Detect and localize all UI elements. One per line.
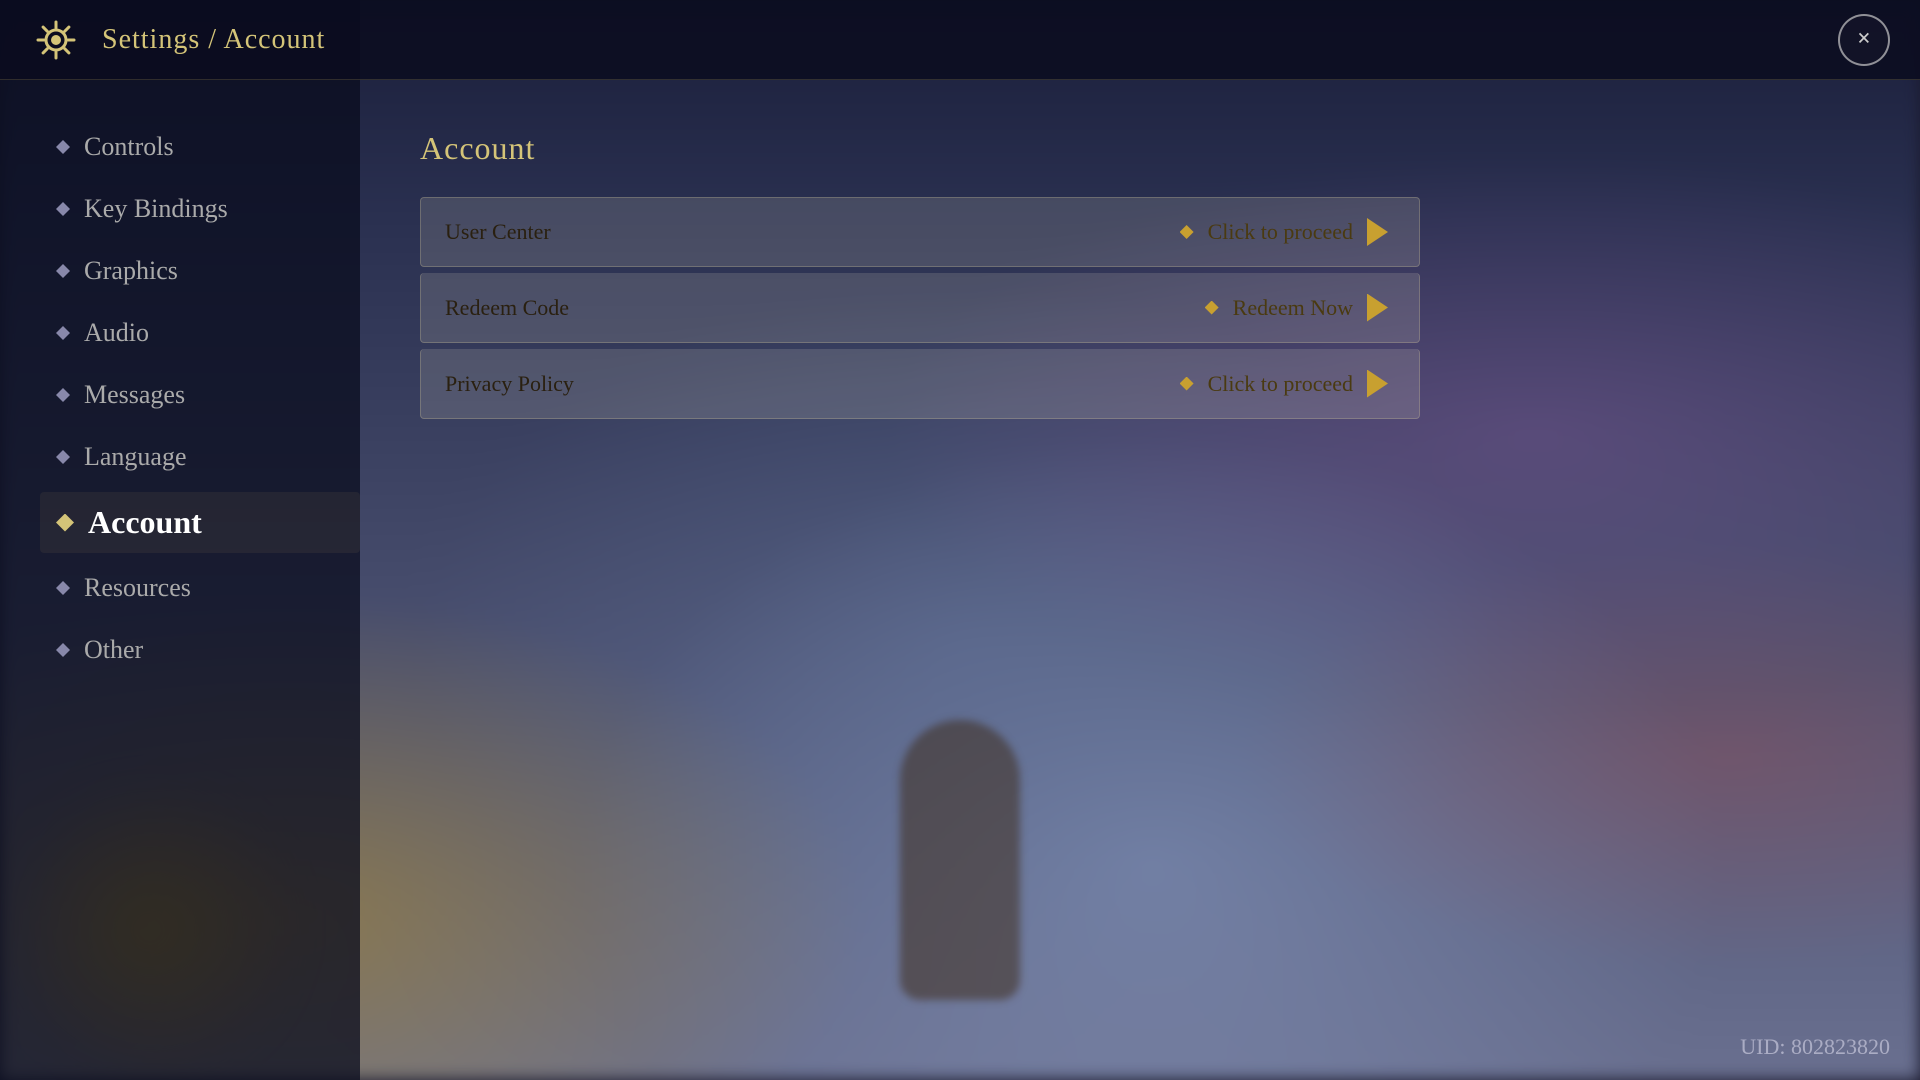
diamond-icon <box>1205 301 1219 315</box>
privacy-policy-action-label: Click to proceed <box>1208 371 1353 397</box>
bullet-icon <box>56 388 70 402</box>
arrow-right-icon <box>1367 294 1395 322</box>
sidebar-item-label: Account <box>88 504 202 541</box>
sidebar-item-controls[interactable]: Controls <box>40 120 360 174</box>
sidebar-item-key-bindings[interactable]: Key Bindings <box>40 182 360 236</box>
bullet-icon <box>56 326 70 340</box>
sidebar-item-label: Controls <box>84 132 174 162</box>
redeem-code-label: Redeem Code <box>445 295 569 321</box>
sidebar-item-label: Audio <box>84 318 149 348</box>
sidebar-item-label: Messages <box>84 380 185 410</box>
bullet-icon <box>56 581 70 595</box>
bullet-icon <box>56 450 70 464</box>
bullet-icon <box>56 264 70 278</box>
sidebar-item-account[interactable]: Account <box>40 492 360 553</box>
sidebar-item-label: Resources <box>84 573 191 603</box>
sidebar-item-language[interactable]: Language <box>40 430 360 484</box>
sidebar-item-label: Key Bindings <box>84 194 228 224</box>
arrow-right-icon <box>1367 370 1395 398</box>
sidebar-item-label: Graphics <box>84 256 178 286</box>
sidebar-item-audio[interactable]: Audio <box>40 306 360 360</box>
sidebar-item-label: Language <box>84 442 187 472</box>
sidebar-item-graphics[interactable]: Graphics <box>40 244 360 298</box>
sidebar-item-other[interactable]: Other <box>40 623 360 677</box>
redeem-code-action: Redeem Now <box>1205 294 1395 322</box>
account-settings-list: User Center Click to proceed Redeem Code… <box>420 197 1420 419</box>
redeem-code-row[interactable]: Redeem Code Redeem Now <box>420 273 1420 343</box>
active-bullet-icon <box>56 514 74 532</box>
privacy-policy-label: Privacy Policy <box>445 371 574 397</box>
close-button[interactable]: × <box>1838 14 1890 66</box>
diamond-icon <box>1180 377 1194 391</box>
user-center-row[interactable]: User Center Click to proceed <box>420 197 1420 267</box>
bullet-icon <box>56 643 70 657</box>
diamond-icon <box>1180 225 1194 239</box>
user-center-action-label: Click to proceed <box>1208 219 1353 245</box>
privacy-policy-action: Click to proceed <box>1180 370 1395 398</box>
main-content: Account User Center Click to proceed Red… <box>360 80 1920 1080</box>
sidebar-item-resources[interactable]: Resources <box>40 561 360 615</box>
section-title: Account <box>420 130 1860 167</box>
sidebar-item-label: Other <box>84 635 143 665</box>
bullet-icon <box>56 202 70 216</box>
sidebar-item-messages[interactable]: Messages <box>40 368 360 422</box>
privacy-policy-row[interactable]: Privacy Policy Click to proceed <box>420 349 1420 419</box>
user-center-label: User Center <box>445 219 551 245</box>
bullet-icon <box>56 140 70 154</box>
settings-sidebar: Controls Key Bindings Graphics Audio Mes… <box>0 80 360 1080</box>
redeem-code-action-label: Redeem Now <box>1233 295 1353 321</box>
header-bar: Settings / Account × <box>0 0 1920 80</box>
header-title: Settings / Account <box>102 24 325 56</box>
arrow-right-icon <box>1367 218 1395 246</box>
uid-display: UID: 802823820 <box>1740 1034 1890 1060</box>
user-center-action: Click to proceed <box>1180 218 1395 246</box>
settings-gear-icon <box>30 14 82 66</box>
